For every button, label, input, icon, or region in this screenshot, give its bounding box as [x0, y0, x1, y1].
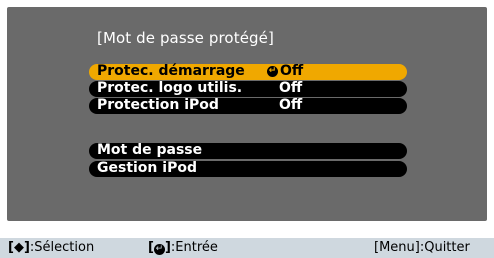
menu-panel: [Mot de passe protégé]: [7, 7, 487, 221]
enter-icon: ↵: [267, 65, 278, 77]
menu-item-value: Off: [279, 80, 303, 96]
menu-item-protection-ipod[interactable]: Protection iPod Off: [89, 97, 407, 114]
hint-quit: [Menu]:Quitter: [374, 240, 470, 255]
menu-item-gestion-ipod[interactable]: Gestion iPod: [89, 160, 407, 177]
menu-item-value: Off: [279, 97, 303, 113]
menu-title: [Mot de passe protégé]: [97, 29, 274, 47]
hint-enter: [↵]:Entrée: [148, 240, 218, 255]
up-down-arrow-icon: ◆: [13, 240, 24, 255]
hint-enter-label: :Entrée: [170, 240, 218, 255]
menu-item-label: Protec. démarrage: [97, 63, 245, 79]
menu-item-label: Protection iPod: [97, 97, 219, 113]
menu-item-label: Protec. logo utilis.: [97, 80, 243, 96]
enter-icon: ↵: [153, 244, 165, 255]
hint-enter-bracket-open: [: [148, 240, 154, 255]
menu-item-value: ↵ Off: [267, 63, 304, 79]
hint-select-label: :Sélection: [29, 240, 95, 255]
menu-item-protec-demarrage[interactable]: Protec. démarrage ↵ Off: [89, 63, 407, 80]
menu-item-label: Gestion iPod: [97, 160, 197, 176]
menu-item-label: Mot de passe: [97, 142, 203, 158]
menu-item-protec-logo[interactable]: Protec. logo utilis. Off: [89, 80, 407, 97]
menu-item-value-text: Off: [280, 63, 304, 79]
hint-select: [◆]:Sélection: [8, 240, 94, 255]
hint-bar: [◆]:Sélection [↵]:Entrée [Menu]:Quitter: [0, 238, 494, 258]
menu-item-mot-de-passe[interactable]: Mot de passe: [89, 142, 407, 159]
